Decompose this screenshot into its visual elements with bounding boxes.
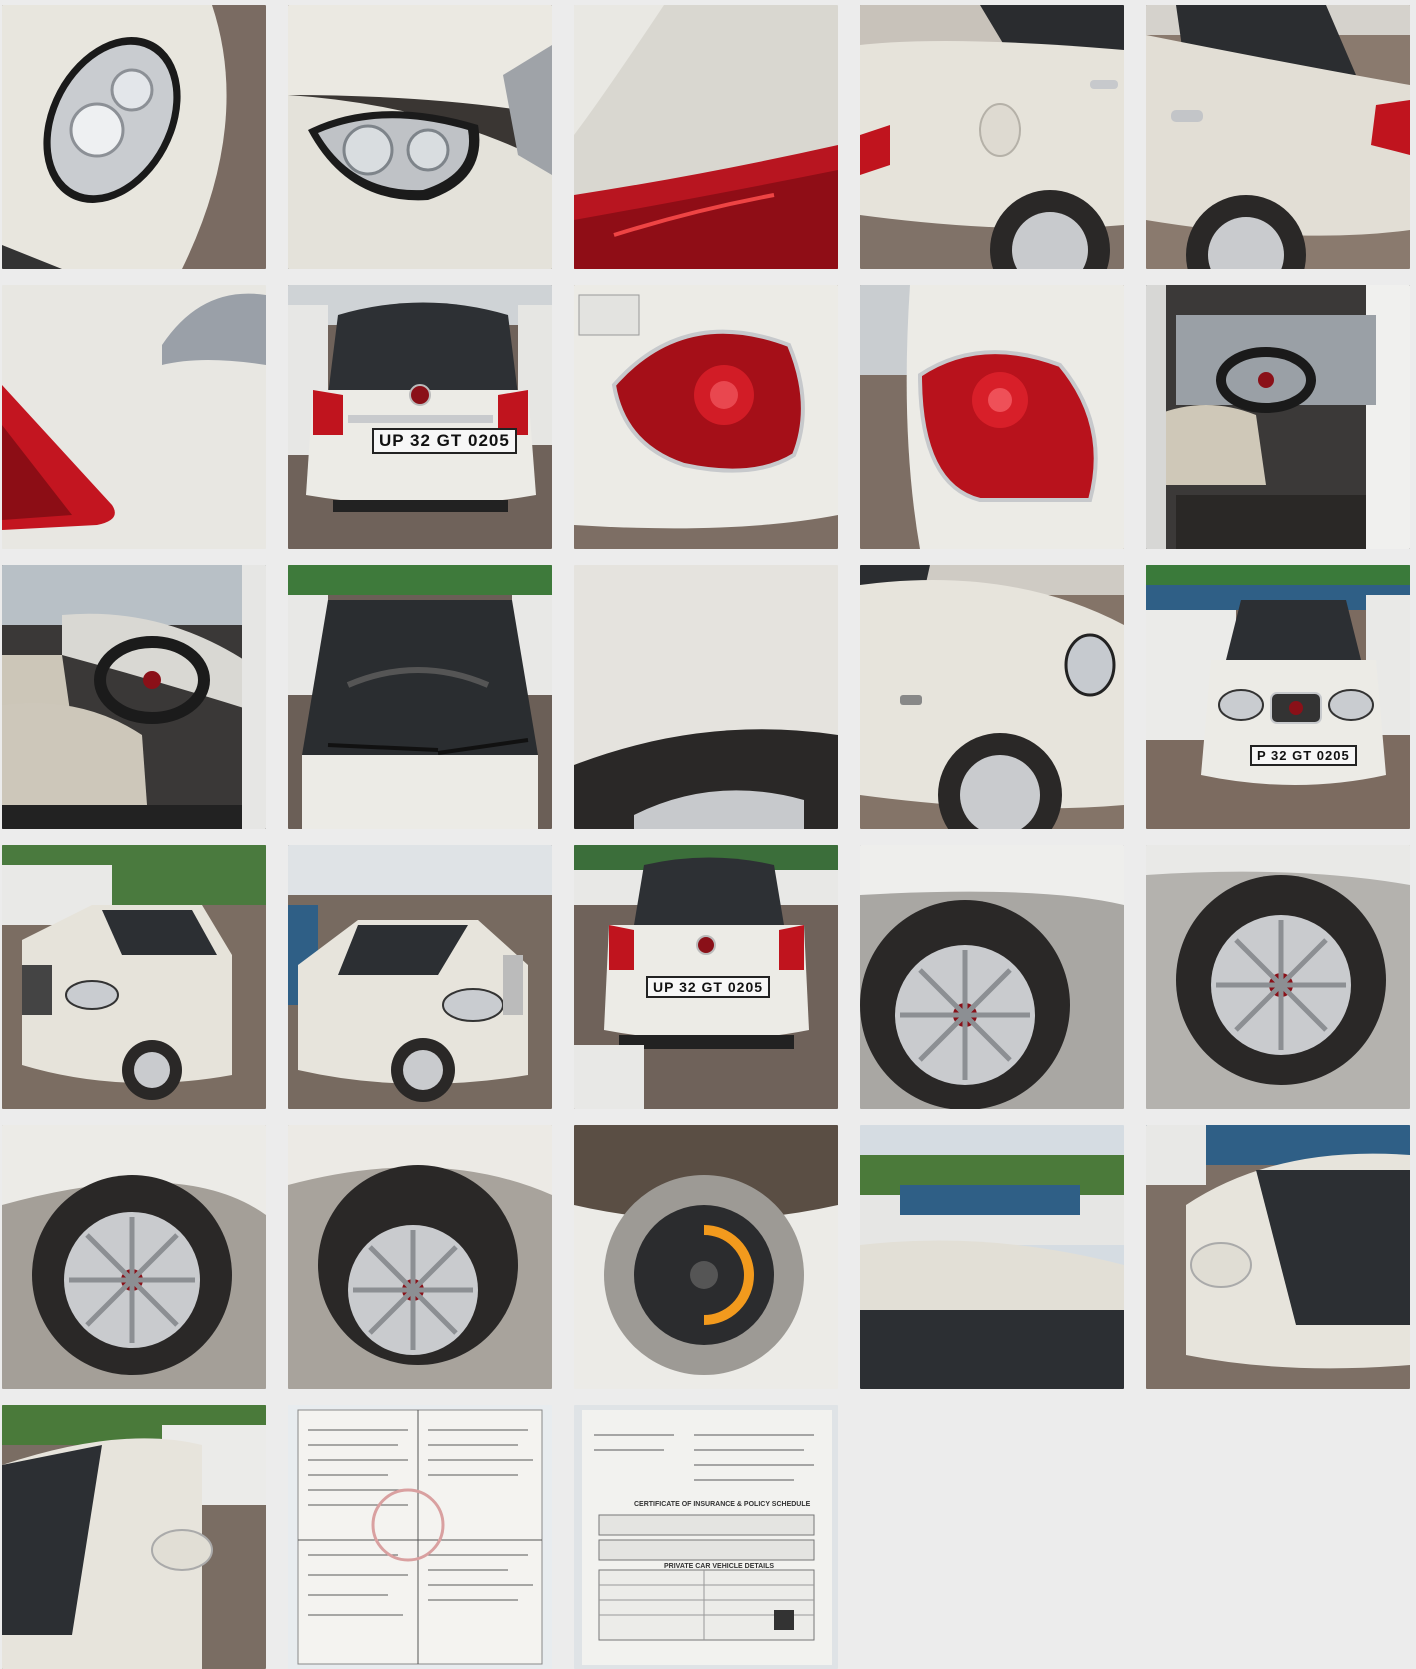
side-rear-door-image: [860, 5, 1124, 269]
photo-tail-lamp-right[interactable]: [860, 285, 1124, 549]
tail-lamp-right-image: [860, 285, 1124, 549]
front-fender-wheel-image: [860, 565, 1124, 829]
photo-wheel-front-left[interactable]: [860, 845, 1124, 1109]
photo-front-view[interactable]: P 32 GT 0205: [1146, 565, 1410, 829]
photo-tail-lamp-top[interactable]: [574, 5, 838, 269]
tail-lamp-left-image: [574, 285, 838, 549]
wheel-rear-left-image: [2, 1125, 266, 1389]
rear-number-plate-yard: UP 32 GT 0205: [646, 976, 771, 998]
photo-gallery: UP 32 GT 0205 P 32 GT 0205 UP 32 GT 0205…: [2, 5, 1414, 1669]
photo-headlight-left[interactable]: [2, 5, 266, 269]
insurance-heading: CERTIFICATE OF INSURANCE & POLICY SCHEDU…: [634, 1501, 811, 1508]
front-left-angle-image: [2, 845, 266, 1109]
photo-wheel-rear-right[interactable]: [288, 1125, 552, 1389]
photo-side-rear-quarter[interactable]: [1146, 5, 1410, 269]
photo-headlight-right[interactable]: [288, 5, 552, 269]
wheel-front-left-image: [860, 845, 1124, 1109]
photo-fender-panel[interactable]: [574, 565, 838, 829]
interior-dashboard-image: [2, 565, 266, 829]
headlight-left-image: [2, 5, 266, 269]
roof-image: [860, 1125, 1124, 1389]
photo-registration-document[interactable]: [288, 1405, 552, 1669]
photo-rear-view-yard[interactable]: UP 32 GT 0205: [574, 845, 838, 1109]
photo-front-fender-wheel[interactable]: [860, 565, 1124, 829]
wheel-front-right-image: [1146, 845, 1410, 1109]
photo-spare-wheel[interactable]: [574, 1125, 838, 1389]
photo-front-right-angle[interactable]: [288, 845, 552, 1109]
windshield-image: [288, 565, 552, 829]
front-number-plate: P 32 GT 0205: [1250, 745, 1357, 766]
photo-wheel-front-right[interactable]: [1146, 845, 1410, 1109]
side-mirror-left-image: [2, 1405, 266, 1669]
photo-rear-quarter-closeup[interactable]: [2, 285, 266, 549]
fender-panel-image: [574, 565, 838, 829]
tail-lamp-top-image: [574, 5, 838, 269]
insurance-certificate-image: [574, 1405, 838, 1669]
interior-driver-image: [1146, 285, 1410, 549]
photo-side-mirror-right[interactable]: [1146, 1125, 1410, 1389]
headlight-right-image: [288, 5, 552, 269]
photo-side-rear-door[interactable]: [860, 5, 1124, 269]
spare-wheel-image: [574, 1125, 838, 1389]
side-mirror-right-image: [1146, 1125, 1410, 1389]
photo-wheel-rear-left[interactable]: [2, 1125, 266, 1389]
wheel-rear-right-image: [288, 1125, 552, 1389]
photo-front-left-angle[interactable]: [2, 845, 266, 1109]
insurance-section-title: PRIVATE CAR VEHICLE DETAILS: [664, 1563, 775, 1570]
photo-tail-lamp-left[interactable]: [574, 285, 838, 549]
rear-number-plate: UP 32 GT 0205: [372, 428, 517, 454]
rear-view-image: [288, 285, 552, 549]
photo-insurance-certificate[interactable]: CERTIFICATE OF INSURANCE & POLICY SCHEDU…: [574, 1405, 838, 1669]
rear-quarter-closeup-image: [2, 285, 266, 549]
front-view-image: [1146, 565, 1410, 829]
photo-side-mirror-left[interactable]: [2, 1405, 266, 1669]
photo-rear-view[interactable]: UP 32 GT 0205: [288, 285, 552, 549]
photo-interior-dashboard[interactable]: [2, 565, 266, 829]
front-right-angle-image: [288, 845, 552, 1109]
registration-document-image: [288, 1405, 552, 1669]
photo-interior-driver[interactable]: [1146, 285, 1410, 549]
side-rear-quarter-image: [1146, 5, 1410, 269]
photo-windshield[interactable]: [288, 565, 552, 829]
photo-roof[interactable]: [860, 1125, 1124, 1389]
